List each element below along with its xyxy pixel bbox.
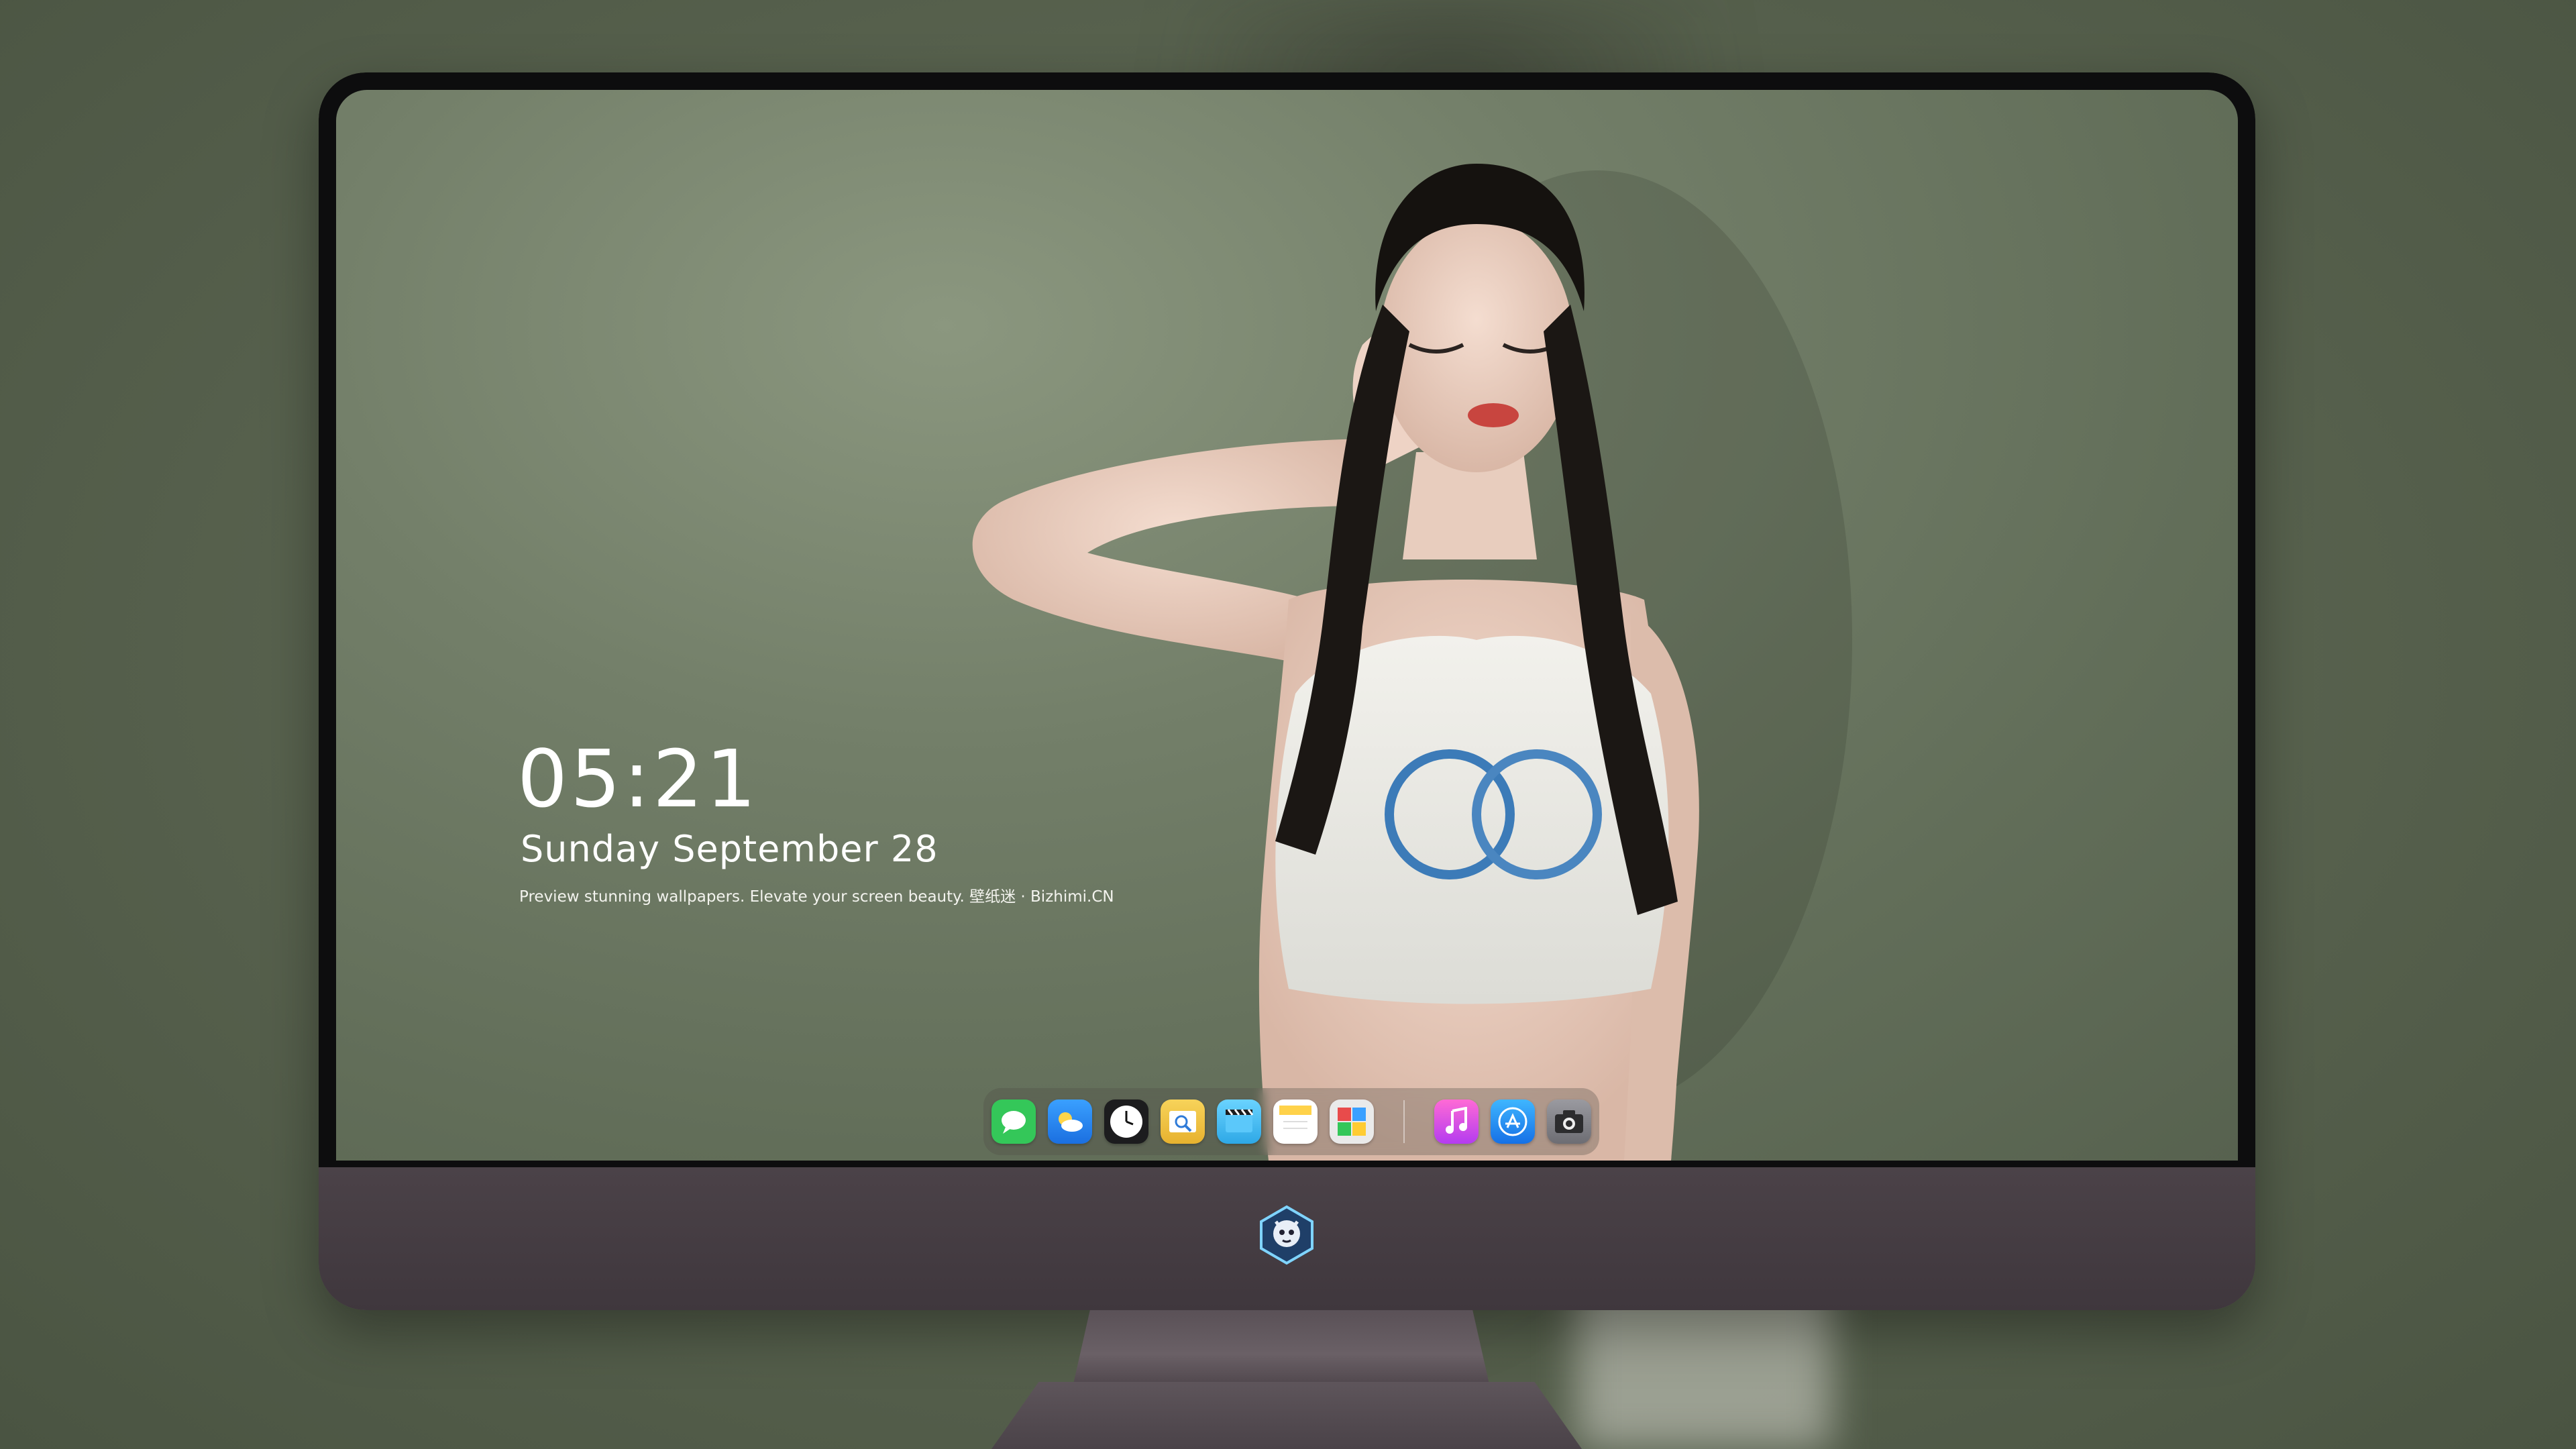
notes-icon[interactable]: [1273, 1099, 1318, 1144]
messages-icon[interactable]: [991, 1099, 1036, 1144]
monitor: 05:21 Sunday September 28 Preview stunni…: [319, 72, 2255, 1310]
photo-booth-icon[interactable]: [1330, 1099, 1374, 1144]
clock-icon[interactable]: [1104, 1099, 1148, 1144]
monitor-chin: [319, 1167, 2255, 1310]
clips-icon[interactable]: [1217, 1099, 1261, 1144]
music-icon[interactable]: [1434, 1099, 1479, 1144]
preview-icon[interactable]: [1161, 1099, 1205, 1144]
wallpaper-tagline: Preview stunning wallpapers. Elevate you…: [519, 888, 1114, 906]
app-store-icon[interactable]: [1491, 1099, 1535, 1144]
camera-icon[interactable]: [1547, 1099, 1591, 1144]
dock-separator: [1403, 1100, 1405, 1143]
lock-clock-time: 05:21: [517, 733, 759, 825]
screen: 05:21 Sunday September 28 Preview stunni…: [336, 90, 2238, 1161]
brand-logo-icon: [1260, 1205, 1313, 1265]
monitor-stand-base: [991, 1382, 1582, 1449]
dock: [983, 1088, 1599, 1155]
monitor-stand-neck: [1073, 1310, 1489, 1384]
weather-icon[interactable]: [1048, 1099, 1092, 1144]
lock-date: Sunday September 28: [521, 828, 938, 870]
wallpaper-figure: [972, 164, 1852, 1161]
